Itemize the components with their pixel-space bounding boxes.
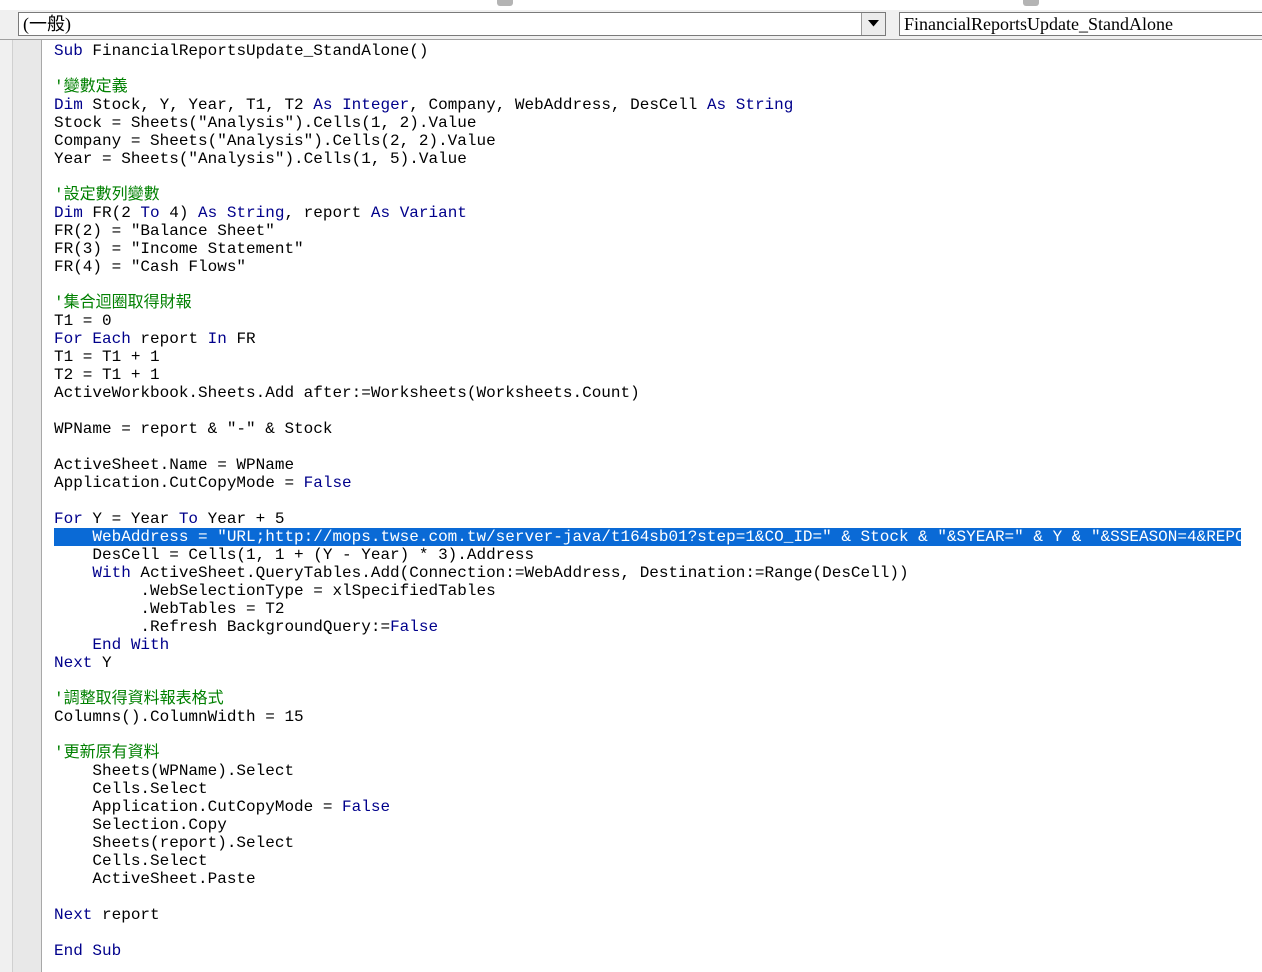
window-left-margin <box>0 40 12 972</box>
code-line[interactable]: .WebTables = T2 <box>54 600 1241 618</box>
code-line[interactable]: T1 = T1 + 1 <box>54 348 1241 366</box>
code-line[interactable] <box>54 672 1241 690</box>
code-line[interactable]: .WebSelectionType = xlSpecifiedTables <box>54 582 1241 600</box>
code-line[interactable]: Selection.Copy <box>54 816 1241 834</box>
code-line[interactable]: FR(2) = "Balance Sheet" <box>54 222 1241 240</box>
code-line[interactable]: ActiveWorkbook.Sheets.Add after:=Workshe… <box>54 384 1241 402</box>
splitter-mark <box>1023 0 1039 6</box>
code-editor[interactable]: Sub FinancialReportsUpdate_StandAlone() … <box>42 40 1262 972</box>
code-line[interactable]: Cells.Select <box>54 780 1241 798</box>
code-line[interactable]: .Refresh BackgroundQuery:=False <box>54 618 1241 636</box>
code-line[interactable]: DesCell = Cells(1, 1 + (Y - Year) * 3).A… <box>54 546 1241 564</box>
code-line[interactable]: Sub FinancialReportsUpdate_StandAlone() <box>54 42 1241 60</box>
object-combobox-dropdown-button[interactable] <box>861 13 885 35</box>
code-line[interactable] <box>54 924 1241 942</box>
object-combobox[interactable]: (一般) <box>18 12 886 36</box>
code-line[interactable]: WPName = report & "-" & Stock <box>54 420 1241 438</box>
code-line[interactable]: ActiveSheet.Paste <box>54 870 1241 888</box>
comment-line[interactable]: '調整取得資料報表格式 <box>54 690 1241 708</box>
code-line[interactable]: Dim Stock, Y, Year, T1, T2 As Integer, C… <box>54 96 1241 114</box>
comment-line[interactable]: '設定數列變數 <box>54 186 1241 204</box>
code-line[interactable]: Cells.Select <box>54 852 1241 870</box>
code-text: Sub FinancialReportsUpdate_StandAlone() … <box>54 42 1262 960</box>
code-line[interactable] <box>54 402 1241 420</box>
comment-line[interactable]: '集合迴圈取得財報 <box>54 294 1241 312</box>
code-line[interactable]: For Each report In FR <box>54 330 1241 348</box>
comment-line[interactable]: '更新原有資料 <box>54 744 1241 762</box>
code-line[interactable]: T2 = T1 + 1 <box>54 366 1241 384</box>
code-line[interactable] <box>54 726 1241 744</box>
code-line[interactable]: Columns().ColumnWidth = 15 <box>54 708 1241 726</box>
code-line[interactable]: T1 = 0 <box>54 312 1241 330</box>
code-line[interactable]: ActiveSheet.Name = WPName <box>54 456 1241 474</box>
selected-code-line[interactable]: WebAddress = "URL;http://mops.twse.com.t… <box>54 528 1262 546</box>
code-line[interactable]: Application.CutCopyMode = False <box>54 798 1241 816</box>
comment-line[interactable]: '變數定義 <box>54 78 1241 96</box>
code-line[interactable]: For Y = Year To Year + 5 <box>54 510 1241 528</box>
object-combobox-value: (一般) <box>23 14 71 34</box>
code-line[interactable]: Year = Sheets("Analysis").Cells(1, 5).Va… <box>54 150 1241 168</box>
splitter-mark <box>497 0 513 6</box>
code-line[interactable]: Sheets(report).Select <box>54 834 1241 852</box>
code-line[interactable]: Company = Sheets("Analysis").Cells(2, 2)… <box>54 132 1241 150</box>
code-line[interactable]: Stock = Sheets("Analysis").Cells(1, 2).V… <box>54 114 1241 132</box>
margin-indicator-bar[interactable] <box>12 40 42 972</box>
code-window-toolbar: (一般) FinancialReportsUpdate_StandAlone <box>0 10 1262 40</box>
procedure-combobox[interactable]: FinancialReportsUpdate_StandAlone <box>899 12 1262 36</box>
code-line[interactable]: Next report <box>54 906 1241 924</box>
code-line[interactable] <box>54 438 1241 456</box>
code-line[interactable]: Next Y <box>54 654 1241 672</box>
code-line[interactable]: Application.CutCopyMode = False <box>54 474 1241 492</box>
procedure-combobox-value: FinancialReportsUpdate_StandAlone <box>904 14 1173 34</box>
code-line[interactable]: FR(4) = "Cash Flows" <box>54 258 1241 276</box>
code-line[interactable] <box>54 60 1241 78</box>
code-line[interactable]: FR(3) = "Income Statement" <box>54 240 1241 258</box>
code-line[interactable] <box>54 492 1241 510</box>
code-line[interactable]: Sheets(WPName).Select <box>54 762 1241 780</box>
code-line[interactable]: With ActiveSheet.QueryTables.Add(Connect… <box>54 564 1241 582</box>
code-line[interactable]: Dim FR(2 To 4) As String, report As Vari… <box>54 204 1241 222</box>
code-line[interactable] <box>54 888 1241 906</box>
chevron-down-icon <box>868 20 879 27</box>
code-line[interactable] <box>54 276 1241 294</box>
code-line[interactable]: End With <box>54 636 1241 654</box>
code-line[interactable] <box>54 168 1241 186</box>
code-line[interactable]: End Sub <box>54 942 1241 960</box>
